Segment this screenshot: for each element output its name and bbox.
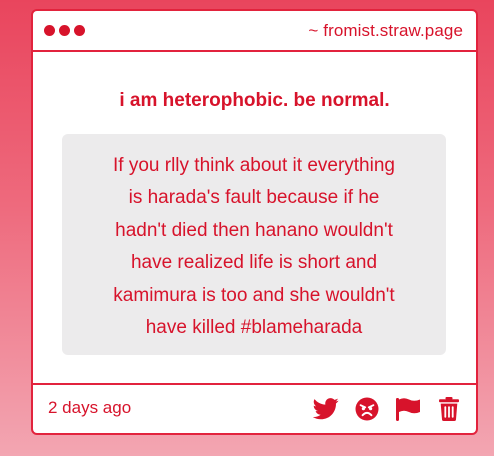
twitter-icon [313,398,339,420]
twitter-share-button[interactable] [313,396,339,422]
flag-icon [396,398,420,421]
message-line: is harada's fault because if he [128,187,380,209]
post-actions [313,396,462,422]
window-dot-icon [59,25,70,36]
window-dot-icon [44,25,55,36]
post-card: ~ fromist.straw.page i am heterophobic. … [31,9,478,435]
window-controls [44,25,85,36]
post-content: i am heterophobic. be normal. If you rll… [33,52,476,387]
window-titlebar: ~ fromist.straw.page [33,11,476,52]
angry-face-icon [355,397,379,421]
message-line: have realized life is short and [130,252,378,274]
message-line: hadn't died then hanano wouldn't [115,219,393,241]
message-line: If you rlly think about it everything [113,155,395,176]
report-button[interactable] [395,396,421,422]
post-headline: i am heterophobic. be normal. [119,90,390,111]
window-dot-icon [74,25,85,36]
post-footer: 2 days ago [33,383,476,433]
site-url[interactable]: ~ fromist.straw.page [308,21,463,41]
react-angry-button[interactable] [354,396,380,422]
message-box: If you rlly think about it everything is… [62,134,446,355]
message-line: kamimura is too and she wouldn't [113,284,395,306]
delete-button[interactable] [436,396,462,422]
message-line: have killed #blameharada [145,317,363,339]
post-timestamp: 2 days ago [48,398,132,417]
trash-icon [439,397,459,421]
